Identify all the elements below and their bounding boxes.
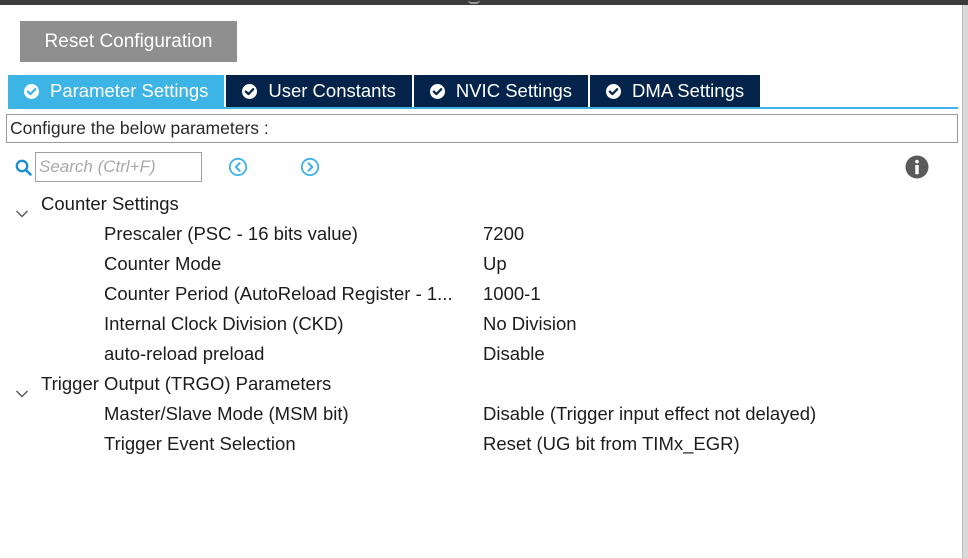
param-row[interactable]: Counter Mode Up <box>0 249 960 279</box>
tab-label: NVIC Settings <box>455 80 573 101</box>
tab-underline <box>8 107 958 109</box>
param-name: Counter Period (AutoReload Register - 1.… <box>104 283 453 304</box>
check-circle-icon <box>429 83 445 99</box>
param-row[interactable]: Prescaler (PSC - 16 bits value) 7200 <box>0 219 960 249</box>
tab-label: DMA Settings <box>632 80 745 101</box>
group-trigger-output-parameters[interactable]: Trigger Output (TRGO) Parameters <box>0 369 960 399</box>
param-name: Prescaler (PSC - 16 bits value) <box>104 223 358 244</box>
param-value[interactable]: 1000-1 <box>483 279 541 309</box>
param-value[interactable]: Disable (Trigger input effect not delaye… <box>483 399 816 429</box>
configure-parameters-label: Configure the below parameters : <box>6 114 958 143</box>
param-row[interactable]: auto-reload preload Disable <box>0 339 960 369</box>
check-circle-icon <box>242 83 258 99</box>
tab-label: User Constants <box>268 80 396 101</box>
param-value[interactable]: No Division <box>483 309 577 339</box>
check-circle-icon <box>606 83 622 99</box>
tab-dma-settings[interactable]: DMA Settings <box>590 75 761 107</box>
param-value[interactable]: Disable <box>483 339 545 369</box>
param-name: Counter Mode <box>104 253 222 274</box>
group-title: Trigger Output (TRGO) Parameters <box>41 373 332 394</box>
param-value[interactable]: Reset (UG bit from TIMx_EGR) <box>483 429 740 459</box>
param-name: Trigger Event Selection <box>104 433 296 454</box>
tab-bar: Parameter Settings User Constants NVIC S… <box>8 75 762 107</box>
circle-chevron-left-icon[interactable] <box>228 157 248 177</box>
param-row[interactable]: Master/Slave Mode (MSM bit) Disable (Tri… <box>0 399 960 429</box>
panel-right-edge <box>962 5 968 558</box>
search-icon[interactable] <box>14 158 34 178</box>
tab-parameter-settings[interactable]: Parameter Settings <box>8 75 225 107</box>
param-name: Master/Slave Mode (MSM bit) <box>104 403 349 424</box>
param-name: auto-reload preload <box>104 343 265 364</box>
param-row[interactable]: Internal Clock Division (CKD) No Divisio… <box>0 309 960 339</box>
info-icon[interactable] <box>905 155 929 179</box>
title-fragment <box>468 0 480 4</box>
search-input[interactable] <box>35 152 202 182</box>
chevron-down-icon[interactable] <box>15 198 29 218</box>
param-value[interactable]: 7200 <box>483 219 524 249</box>
param-name: Internal Clock Division (CKD) <box>104 313 344 334</box>
group-title: Counter Settings <box>41 193 179 214</box>
group-counter-settings[interactable]: Counter Settings <box>0 189 960 219</box>
circle-chevron-right-icon[interactable] <box>300 157 320 177</box>
check-circle-icon <box>24 83 39 99</box>
tab-user-constants[interactable]: User Constants <box>226 75 412 107</box>
tab-nvic-settings[interactable]: NVIC Settings <box>413 75 589 107</box>
chevron-down-icon[interactable] <box>15 378 29 398</box>
param-value[interactable]: Up <box>483 249 507 279</box>
reset-configuration-button[interactable]: Reset Configuration <box>20 21 237 62</box>
param-row[interactable]: Trigger Event Selection Reset (UG bit fr… <box>0 429 960 459</box>
window-top-bar <box>0 0 968 5</box>
parameter-tree: Counter Settings Prescaler (PSC - 16 bit… <box>0 189 960 459</box>
param-row[interactable]: Counter Period (AutoReload Register - 1.… <box>0 279 960 309</box>
tab-label: Parameter Settings <box>50 80 209 101</box>
